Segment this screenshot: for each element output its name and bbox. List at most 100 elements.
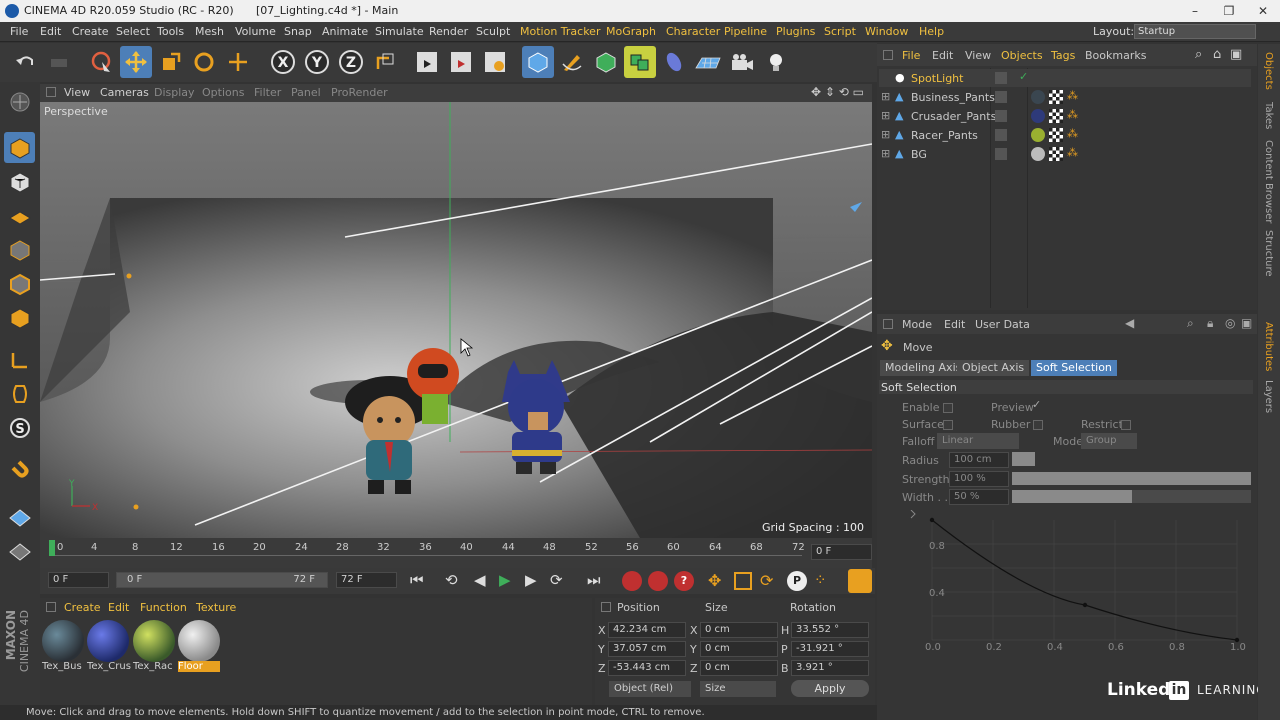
selection-tag-icon[interactable]: ⁂	[1067, 89, 1078, 102]
lock-icon[interactable]: 🔒︎	[1207, 316, 1213, 331]
layer-icon[interactable]	[995, 148, 1007, 160]
key-scale-icon[interactable]	[734, 572, 752, 590]
size-z-field[interactable]: 0 cm	[700, 660, 778, 676]
viewport-menu-filter[interactable]: Filter	[254, 86, 281, 99]
falloff-dropdown[interactable]: Linear	[937, 433, 1019, 449]
mode-dropdown[interactable]: Group	[1081, 433, 1137, 449]
search-icon[interactable]: ⌕	[1187, 316, 1194, 331]
minimize-icon[interactable]: –	[1178, 0, 1212, 22]
menu-character[interactable]: Character	[666, 25, 720, 38]
texture-tag-icon[interactable]	[1049, 128, 1063, 142]
timeline[interactable]: 0 4 8 12 16 20 24 28 32 36 40 44 48 52 5…	[40, 538, 872, 568]
menu-simulate[interactable]: Simulate	[375, 25, 424, 38]
falloff-curve-graph[interactable]	[907, 510, 1257, 660]
menu-snap[interactable]: Snap	[284, 25, 312, 38]
side-tab-content-browser[interactable]: Content Browser	[1263, 140, 1274, 223]
render-picture-viewer-icon[interactable]	[445, 46, 477, 78]
menu-volume[interactable]: Volume	[235, 25, 276, 38]
floor-icon[interactable]	[692, 46, 724, 78]
attr-menu-mode[interactable]: Mode	[902, 318, 932, 331]
selection-tag-icon[interactable]: ⁂	[1067, 146, 1078, 159]
menu-tools[interactable]: Tools	[157, 25, 184, 38]
home-icon[interactable]: ⌂	[1213, 47, 1221, 62]
objects-menu-tags[interactable]: Tags	[1051, 49, 1075, 62]
menu-select[interactable]: Select	[116, 25, 150, 38]
make-editable-icon[interactable]	[4, 86, 35, 117]
move-tool-icon[interactable]	[120, 46, 152, 78]
objects-menu-bookmarks[interactable]: Bookmarks	[1085, 49, 1146, 62]
viewport-menu-options[interactable]: Options	[202, 86, 244, 99]
search-icon[interactable]: ⌕	[1195, 47, 1202, 62]
rotation-h-field[interactable]: 33.552 °	[791, 622, 869, 638]
snap-icon[interactable]: S	[4, 412, 35, 443]
current-frame-field[interactable]: 0 F	[811, 544, 872, 560]
layer-icon[interactable]	[995, 129, 1007, 141]
rotation-b-field[interactable]: 3.921 °	[791, 660, 869, 676]
texture-tag-icon[interactable]	[1049, 109, 1063, 123]
side-tab-layers[interactable]: Layers	[1263, 380, 1274, 413]
material-swatch-floor[interactable]	[178, 620, 220, 662]
material-menu-create[interactable]: Create	[64, 601, 101, 614]
preview-check-icon[interactable]: ✓	[1032, 398, 1041, 411]
objects-menu-edit[interactable]: Edit	[932, 49, 953, 62]
viewport[interactable]: Y X Perspective Grid Spacing : 100 cm	[40, 102, 872, 538]
side-tab-takes[interactable]: Takes	[1263, 102, 1274, 129]
texture-tag-icon[interactable]	[1049, 147, 1063, 161]
position-z-field[interactable]: -53.443 cm	[608, 660, 686, 676]
layout-icon[interactable]: ▣	[1230, 47, 1242, 62]
viewport-menu-display[interactable]: Display	[154, 86, 195, 99]
width-field[interactable]: 50 %	[949, 489, 1009, 505]
goto-start-icon[interactable]: ⏮	[410, 571, 424, 589]
menu-animate[interactable]: Animate	[322, 25, 368, 38]
menu-sculpt[interactable]: Sculpt	[476, 25, 510, 38]
tweak-mode-icon[interactable]	[4, 378, 35, 409]
render-settings-icon[interactable]	[479, 46, 511, 78]
objects-menu-view[interactable]: View	[965, 49, 991, 62]
end-frame-field[interactable]: 72 F	[336, 572, 397, 588]
viewport-menu-cameras[interactable]: Cameras	[100, 86, 149, 99]
pen-spline-icon[interactable]	[556, 46, 588, 78]
cloner-icon[interactable]	[624, 46, 656, 78]
size-x-field[interactable]: 0 cm	[700, 622, 778, 638]
object-row-business-pants[interactable]: ⊞ ▲ Business_Pants ⁂	[879, 88, 1251, 106]
magnet-icon[interactable]	[4, 456, 35, 487]
apply-button[interactable]: Apply	[791, 680, 869, 697]
key-position-icon[interactable]: ✥	[708, 571, 721, 590]
model-mode-icon[interactable]	[4, 132, 35, 163]
material-tag-icon[interactable]	[1031, 128, 1045, 142]
play-icon[interactable]: ▶	[499, 571, 511, 589]
side-tab-attributes[interactable]: Attributes	[1263, 322, 1274, 371]
position-x-field[interactable]: 42.234 cm	[608, 622, 686, 638]
radius-field[interactable]: 100 cm	[949, 452, 1009, 468]
cube-icon[interactable]	[522, 46, 554, 78]
material-swatch-racer[interactable]	[133, 620, 175, 662]
step-back-icon[interactable]: ◀	[474, 571, 486, 589]
menu-plugins[interactable]: Plugins	[776, 25, 815, 38]
playhead[interactable]	[49, 540, 55, 556]
tab-soft-selection[interactable]: Soft Selection	[1031, 360, 1117, 376]
attr-menu-edit[interactable]: Edit	[944, 318, 965, 331]
axis-mode-icon[interactable]	[4, 344, 35, 375]
live-select-icon[interactable]	[86, 46, 118, 78]
layer-icon[interactable]	[995, 91, 1007, 103]
goto-prev-key-icon[interactable]: ⟲	[445, 571, 458, 589]
goto-next-key-icon[interactable]: ⟳	[550, 571, 563, 589]
rubber-checkbox[interactable]	[1033, 420, 1043, 430]
rotate-tool-icon[interactable]	[188, 46, 220, 78]
settings-icon[interactable]: ◎	[1225, 316, 1235, 330]
menu-mograph[interactable]: MoGraph	[606, 25, 656, 38]
expand-icon[interactable]: ⊞	[881, 128, 890, 141]
enable-checkbox[interactable]	[943, 403, 953, 413]
layer-icon[interactable]	[995, 110, 1007, 122]
width-slider[interactable]	[1012, 490, 1251, 503]
keyframe-selection-icon[interactable]: ?	[674, 571, 694, 591]
menu-motion-tracker[interactable]: Motion Tracker	[520, 25, 600, 38]
side-tab-structure[interactable]: Structure	[1263, 230, 1274, 277]
z-axis-lock-icon[interactable]: Z	[335, 46, 367, 78]
layout-dropdown[interactable]: Startup	[1134, 24, 1256, 39]
record-keys-icon[interactable]	[622, 571, 642, 591]
layer-icon[interactable]	[995, 72, 1007, 84]
position-y-field[interactable]: 37.057 cm	[608, 641, 686, 657]
menu-edit[interactable]: Edit	[40, 25, 61, 38]
strength-field[interactable]: 100 %	[949, 471, 1009, 487]
